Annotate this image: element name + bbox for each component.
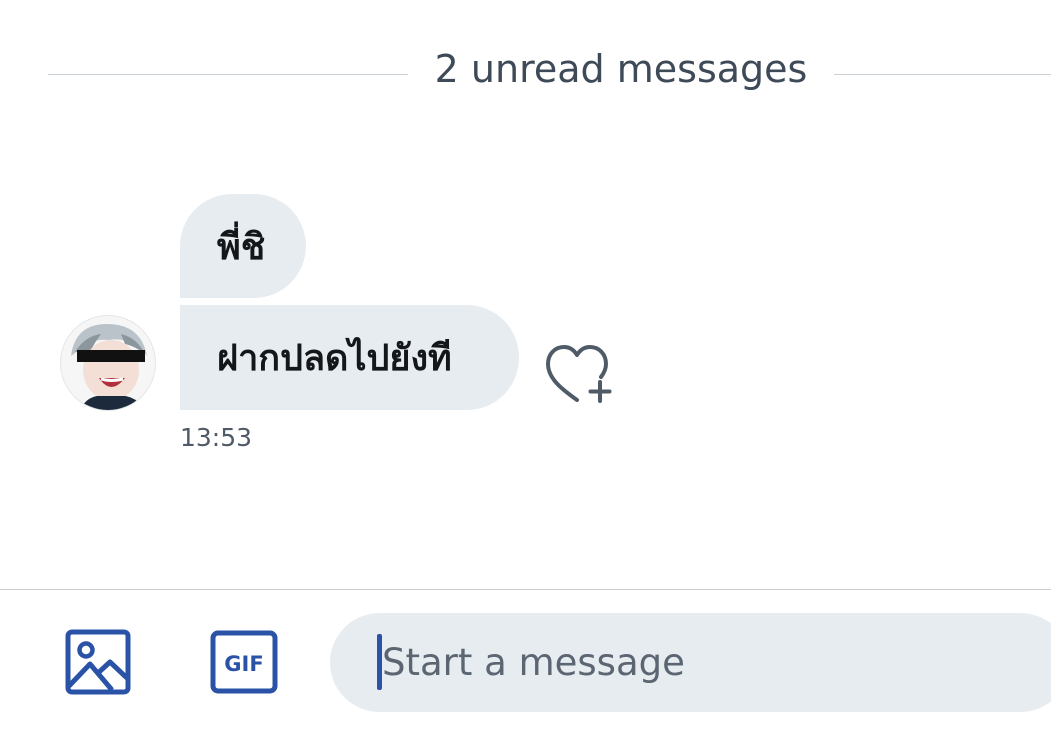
gif-icon: GIF (210, 630, 278, 694)
image-icon (65, 629, 131, 695)
message-bubble[interactable]: พี่ชิ (180, 194, 306, 298)
message-bubble[interactable]: ฝากปลดไปยังที (180, 305, 519, 410)
message-text: พี่ชิ (217, 226, 266, 268)
add-photo-button[interactable] (64, 628, 132, 696)
message-text: ฝากปลดไปยังที (217, 338, 452, 379)
message-timestamp: 13:53 (180, 423, 253, 452)
text-cursor (377, 634, 382, 690)
unread-count-label: 2 unread messages (434, 47, 808, 91)
composer-divider (0, 589, 1051, 590)
add-gif-button[interactable]: GIF (210, 630, 278, 694)
avatar-image (61, 316, 155, 410)
avatar[interactable] (60, 315, 156, 411)
like-message-button[interactable] (543, 344, 615, 406)
message-input[interactable] (330, 613, 1051, 712)
gif-label: GIF (224, 652, 263, 676)
unread-divider: 2 unread messages (48, 44, 1051, 100)
heart-plus-icon (546, 345, 612, 403)
divider-line-right (834, 74, 1051, 75)
dm-conversation: 2 unread messages พี่ชิ ฝากปลดไปยังที 13… (0, 0, 1051, 732)
divider-line-left (48, 74, 408, 75)
